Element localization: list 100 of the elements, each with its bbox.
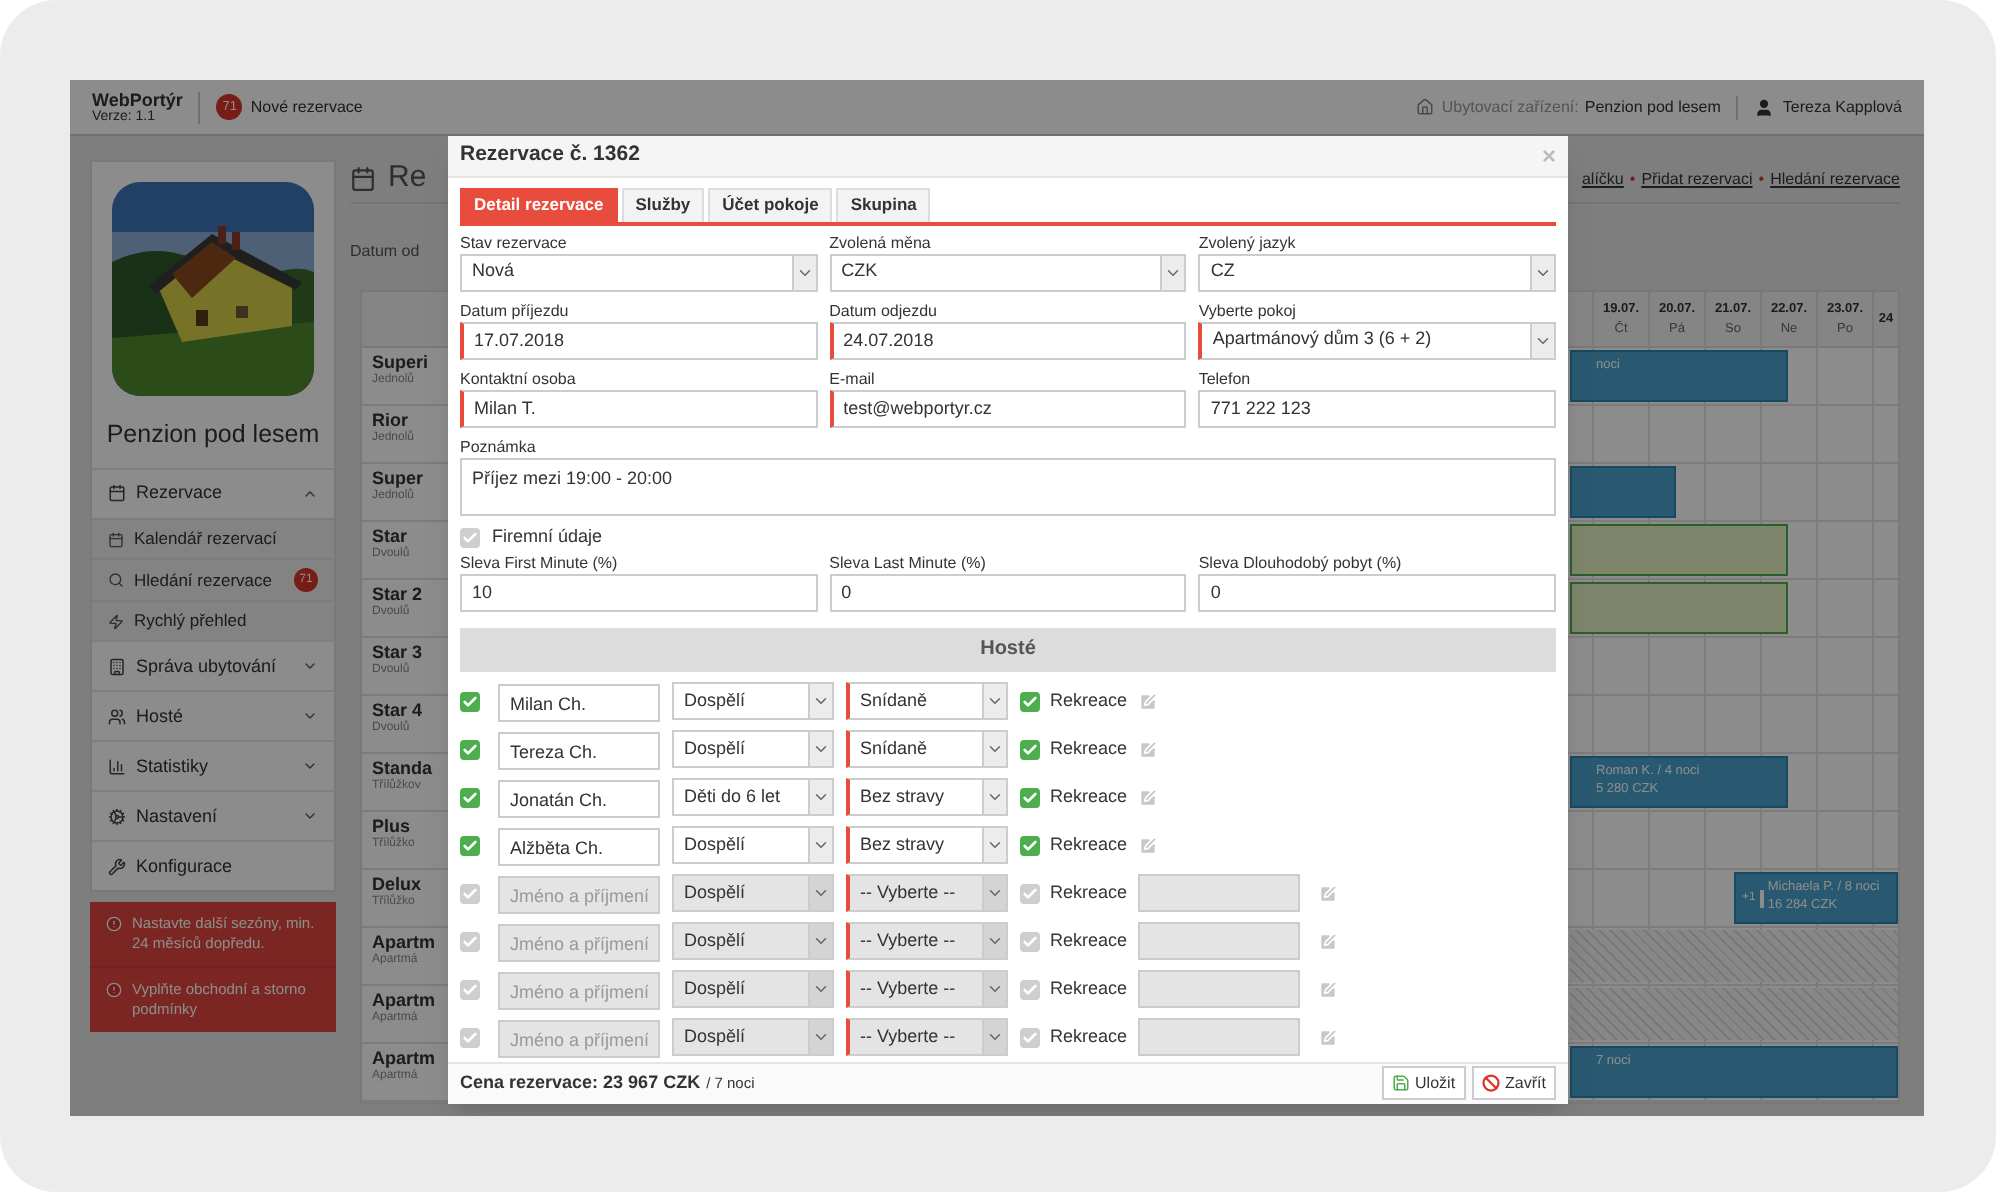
checkbox[interactable] — [460, 527, 480, 548]
input-field[interactable]: 771 222 123 — [1198, 389, 1556, 428]
note-field[interactable]: Příjez mezi 19:00 - 20:00 — [460, 457, 1556, 516]
menu-item[interactable]: Konfigurace — [92, 840, 334, 891]
edit-icon[interactable] — [1137, 739, 1158, 760]
user-icon — [1754, 97, 1775, 117]
checkbox-label: Rekreace — [1050, 831, 1128, 858]
submenu-item[interactable]: Rychlý přehled — [92, 599, 334, 641]
tab[interactable]: Detail rezervace — [460, 187, 618, 222]
link-separator: • — [1629, 167, 1636, 191]
input-field[interactable]: 10 — [460, 573, 818, 612]
calendar-icon — [350, 166, 376, 192]
field-label: Telefon — [1198, 367, 1253, 390]
facility-name[interactable]: Penzion pod lesem — [1584, 95, 1739, 119]
meal-select[interactable]: Bez stravy — [846, 778, 1008, 817]
field-label: Poznámka — [460, 435, 538, 458]
field-label: Datum příjezdu — [460, 299, 571, 322]
checkbox[interactable] — [460, 835, 480, 856]
dialog-title: Rezervace č. 1362 — [460, 139, 642, 170]
edit-icon[interactable] — [1137, 691, 1158, 712]
page-link[interactable]: alíčku — [1581, 167, 1624, 191]
field-label: Zvolený jazyk — [1198, 231, 1298, 254]
input-field[interactable]: Milan T. — [460, 389, 818, 428]
ban-icon — [1481, 1074, 1500, 1093]
bar-chart-icon — [108, 757, 126, 776]
field-label: Zvolená měna — [829, 231, 933, 254]
checkbox-label: Rekreace — [1050, 735, 1128, 762]
menu-item[interactable]: Hosté — [92, 690, 334, 741]
menu-item[interactable]: Nastavení — [92, 790, 334, 841]
checkbox[interactable] — [460, 739, 480, 760]
name-field[interactable]: Alžběta Ch. — [498, 828, 660, 867]
page-link[interactable]: Hledání rezervace — [1770, 167, 1900, 191]
input-field[interactable]: 24.07.2018 — [829, 321, 1187, 360]
edit-icon[interactable] — [1137, 787, 1158, 808]
checkbox[interactable] — [1020, 739, 1040, 760]
close-dialog-button[interactable]: Zavřít — [1471, 1066, 1556, 1101]
input-field[interactable]: 0 — [1198, 573, 1556, 612]
page-link[interactable]: Přidat rezervaci — [1641, 167, 1753, 191]
submenu-item[interactable]: Kalendář rezervací — [92, 517, 334, 559]
select-field[interactable]: CZK — [829, 253, 1187, 292]
name-field[interactable]: Tereza Ch. — [498, 732, 660, 771]
app-name: WebPortýr — [92, 91, 183, 109]
field-label: E-mail — [829, 367, 877, 390]
guest-type-select[interactable]: Dospělí — [672, 826, 834, 865]
checkbox[interactable] — [460, 691, 480, 712]
edit-icon[interactable] — [1317, 931, 1338, 952]
tab[interactable]: Účet pokoje — [708, 187, 833, 222]
room-name: Apartm — [372, 992, 436, 1010]
checkbox[interactable] — [1020, 691, 1040, 712]
checkbox-label: Rekreace — [1050, 1023, 1128, 1050]
checkbox-label: Rekreace — [1050, 927, 1128, 954]
tab[interactable]: Služby — [621, 187, 705, 222]
guest-type-select[interactable]: Dospělí — [672, 730, 834, 769]
room-name: Star 2 — [372, 586, 423, 604]
room-name: Plus — [372, 818, 411, 836]
date-filter-label: Datum od — [350, 240, 420, 264]
booking-bar[interactable] — [1570, 524, 1788, 576]
edit-icon[interactable] — [1317, 883, 1338, 904]
tab[interactable]: Skupina — [836, 187, 931, 222]
new-reservations-link[interactable]: Nové rezervace — [250, 95, 363, 119]
checkbox[interactable] — [1020, 835, 1040, 856]
edit-icon[interactable] — [1317, 979, 1338, 1000]
select-field[interactable]: Nová — [460, 253, 818, 292]
guest-type-select[interactable]: Děti do 6 let — [672, 778, 834, 817]
checkbox[interactable] — [1020, 787, 1040, 808]
user-name[interactable]: Tereza Kapplová — [1782, 95, 1902, 119]
meal-select[interactable]: Bez stravy — [846, 826, 1008, 865]
note-field[interactable] — [1137, 1018, 1300, 1057]
menu-item[interactable]: Statistiky — [92, 740, 334, 791]
guest-type-select[interactable]: Dospělí — [672, 682, 834, 721]
room-name: Rior — [372, 412, 408, 430]
wrench-icon — [108, 857, 126, 876]
meal-select[interactable]: Snídaně — [846, 730, 1008, 769]
meal-select[interactable]: Snídaně — [846, 682, 1008, 721]
house-icon — [1415, 98, 1434, 116]
input-field[interactable]: 17.07.2018 — [460, 321, 818, 360]
note-field[interactable] — [1137, 922, 1300, 961]
people-icon — [108, 707, 126, 726]
note-field[interactable] — [1137, 970, 1300, 1009]
name-field[interactable]: Jonatán Ch. — [498, 780, 660, 819]
input-field[interactable]: test@webportyr.cz — [829, 389, 1187, 428]
checkbox[interactable] — [460, 787, 480, 808]
gear-icon — [108, 807, 126, 826]
edit-icon[interactable] — [1137, 835, 1158, 856]
checkbox-label: Firemní údaje — [492, 523, 603, 550]
save-button[interactable]: Uložit — [1381, 1066, 1466, 1101]
name-field[interactable]: Milan Ch. — [498, 684, 660, 723]
room-name: Star 4 — [372, 702, 423, 720]
note-field[interactable] — [1137, 874, 1300, 913]
select-field[interactable]: Apartmánový dům 3 (6 + 2) — [1198, 321, 1556, 360]
select-field[interactable]: CZ — [1198, 253, 1556, 292]
field-label: Sleva First Minute (%) — [460, 551, 620, 574]
checkbox-label: Rekreace — [1050, 975, 1128, 1002]
input-field[interactable]: 0 — [829, 573, 1187, 612]
booking-bar[interactable] — [1570, 466, 1676, 518]
booking-bar[interactable] — [1570, 582, 1788, 634]
section-header: Hosté — [460, 627, 1556, 672]
menu-item[interactable]: Správa ubytování — [92, 640, 334, 691]
calendar-icon — [108, 484, 126, 503]
edit-icon[interactable] — [1317, 1027, 1338, 1048]
